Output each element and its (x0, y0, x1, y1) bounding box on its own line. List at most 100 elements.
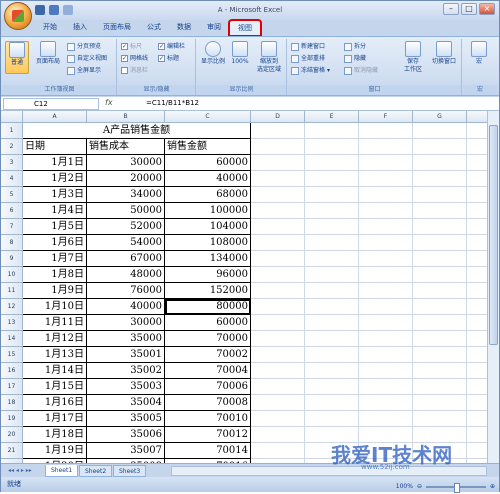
table-cell[interactable]: 1月8日 (23, 267, 87, 283)
zoom-slider[interactable] (425, 482, 486, 493)
fx-icon[interactable]: fx (105, 98, 113, 107)
vertical-scrollbar[interactable] (487, 111, 499, 463)
row-header[interactable]: 21 (1, 443, 23, 459)
empty-cell[interactable] (305, 187, 359, 203)
table-cell[interactable]: 96000 (165, 267, 251, 283)
row-header[interactable]: 18 (1, 395, 23, 411)
scroll-thumb[interactable] (489, 125, 498, 345)
header-cell[interactable]: 销售成本 (87, 139, 165, 155)
table-cell[interactable]: 1月1日 (23, 155, 87, 171)
table-cell[interactable]: 1月16日 (23, 395, 87, 411)
table-cell[interactable]: 20000 (87, 171, 165, 187)
empty-cell[interactable] (359, 203, 413, 219)
new-window-button[interactable]: 新建窗口 (291, 42, 325, 51)
empty-cell[interactable] (467, 443, 487, 459)
row-header[interactable]: 15 (1, 347, 23, 363)
zoom-button[interactable]: 显示比例 (199, 41, 227, 66)
table-title-cell[interactable]: A产品销售金额 (23, 123, 251, 139)
full-screen-button[interactable]: 全屏显示 (67, 66, 101, 75)
close-button[interactable]: × (479, 3, 495, 15)
normal-view-button[interactable]: 普通 (5, 41, 29, 74)
empty-cell[interactable] (467, 251, 487, 267)
empty-cell[interactable] (359, 363, 413, 379)
row-header[interactable]: 7 (1, 219, 23, 235)
minimize-button[interactable]: – (443, 3, 459, 15)
empty-cell[interactable] (305, 315, 359, 331)
table-cell[interactable]: 30000 (87, 315, 165, 331)
empty-cell[interactable] (251, 203, 305, 219)
empty-cell[interactable] (413, 363, 467, 379)
split-button[interactable]: 拆分 (344, 42, 366, 51)
table-cell[interactable]: 70008 (165, 395, 251, 411)
tab-home[interactable]: 开始 (35, 20, 65, 36)
empty-cell[interactable] (413, 171, 467, 187)
table-cell[interactable]: 70002 (165, 347, 251, 363)
empty-cell[interactable] (467, 363, 487, 379)
table-cell[interactable]: 152000 (165, 283, 251, 299)
zoom-to-selection-button[interactable]: 缩放到 选定区域 (253, 41, 285, 74)
column-header-g[interactable]: G (413, 111, 467, 123)
empty-cell[interactable] (251, 155, 305, 171)
table-cell[interactable]: 35006 (87, 427, 165, 443)
empty-cell[interactable] (359, 315, 413, 331)
column-header-b[interactable]: B (87, 111, 165, 123)
table-cell[interactable]: 1月18日 (23, 427, 87, 443)
table-cell[interactable]: 134000 (165, 251, 251, 267)
ruler-checkbox[interactable]: ✓ 标尺 (121, 42, 142, 51)
empty-cell[interactable] (305, 267, 359, 283)
empty-cell[interactable] (359, 411, 413, 427)
empty-cell[interactable] (467, 395, 487, 411)
empty-cell[interactable] (413, 235, 467, 251)
empty-cell[interactable] (467, 347, 487, 363)
empty-cell[interactable] (413, 155, 467, 171)
empty-cell[interactable] (251, 235, 305, 251)
hide-button[interactable]: 隐藏 (344, 54, 366, 63)
table-cell[interactable]: 35002 (87, 363, 165, 379)
empty-cell[interactable] (467, 203, 487, 219)
empty-cell[interactable] (305, 219, 359, 235)
empty-cell[interactable] (251, 411, 305, 427)
empty-cell[interactable] (359, 123, 413, 139)
column-header-h[interactable]: H (467, 111, 487, 123)
empty-cell[interactable] (251, 443, 305, 459)
table-cell[interactable]: 108000 (165, 235, 251, 251)
empty-cell[interactable] (413, 139, 467, 155)
empty-cell[interactable] (359, 187, 413, 203)
empty-cell[interactable] (359, 155, 413, 171)
table-cell[interactable]: 1月19日 (23, 443, 87, 459)
table-cell[interactable]: 1月12日 (23, 331, 87, 347)
table-cell[interactable]: 52000 (87, 219, 165, 235)
empty-cell[interactable] (467, 171, 487, 187)
empty-cell[interactable] (413, 347, 467, 363)
row-header[interactable]: 6 (1, 203, 23, 219)
empty-cell[interactable] (359, 331, 413, 347)
tab-review[interactable]: 审阅 (199, 20, 229, 36)
row-header[interactable]: 12 (1, 299, 23, 315)
empty-cell[interactable] (251, 315, 305, 331)
formula-input[interactable]: =C11/B11*B12 (146, 99, 199, 107)
table-cell[interactable]: 1月15日 (23, 379, 87, 395)
row-header[interactable]: 1 (1, 123, 23, 139)
row-header[interactable]: 11 (1, 283, 23, 299)
tab-data[interactable]: 数据 (169, 20, 199, 36)
table-cell[interactable]: 70006 (165, 379, 251, 395)
freeze-panes-button[interactable]: 冻结窗格 ▾ (291, 66, 330, 75)
table-cell[interactable]: 40000 (165, 171, 251, 187)
table-cell[interactable]: 40000 (87, 299, 165, 315)
empty-cell[interactable] (413, 411, 467, 427)
empty-cell[interactable] (305, 411, 359, 427)
table-cell[interactable]: 60000 (165, 155, 251, 171)
empty-cell[interactable] (359, 395, 413, 411)
empty-cell[interactable] (413, 331, 467, 347)
row-header[interactable]: 4 (1, 171, 23, 187)
table-cell[interactable]: 35007 (87, 443, 165, 459)
table-cell[interactable]: 35005 (87, 411, 165, 427)
empty-cell[interactable] (467, 139, 487, 155)
macros-button[interactable]: 宏 (467, 41, 491, 66)
empty-cell[interactable] (359, 251, 413, 267)
empty-cell[interactable] (467, 411, 487, 427)
row-header[interactable]: 16 (1, 363, 23, 379)
table-cell[interactable]: 70004 (165, 363, 251, 379)
empty-cell[interactable] (359, 267, 413, 283)
row-header[interactable]: 10 (1, 267, 23, 283)
